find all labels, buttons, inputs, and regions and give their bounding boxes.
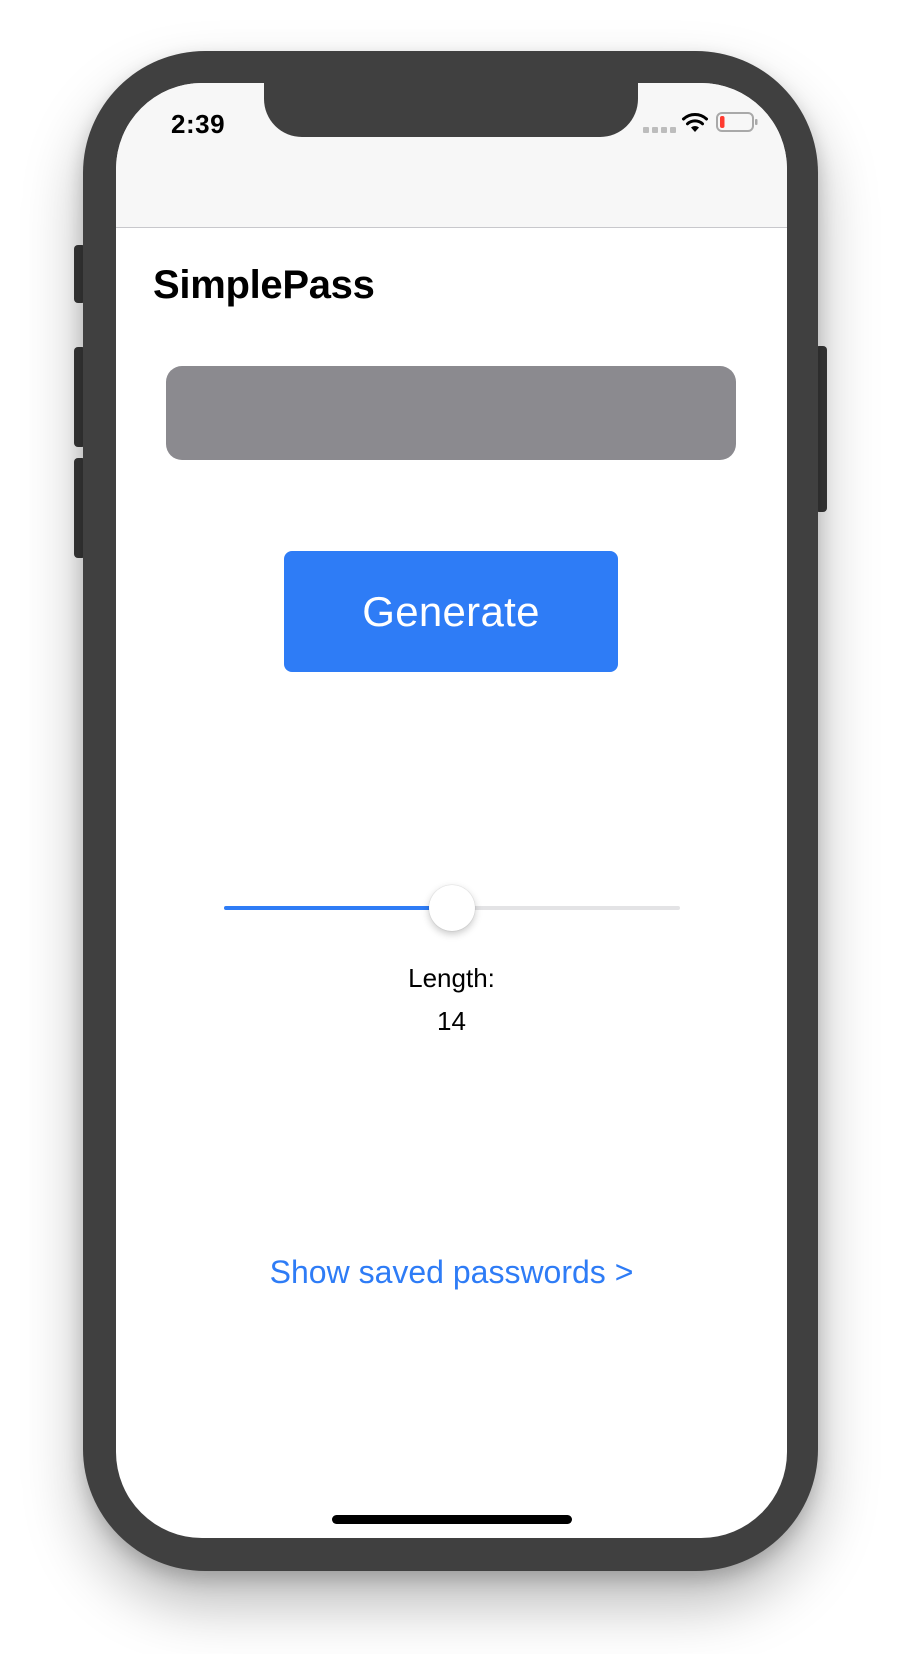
status-time: 2:39 <box>171 109 226 139</box>
password-output-field[interactable] <box>166 366 736 460</box>
app-title: SimplePass <box>153 263 375 307</box>
home-indicator <box>332 1515 572 1524</box>
generate-button[interactable]: Generate <box>284 551 618 672</box>
slider-fill <box>224 906 452 910</box>
navigation-bar: 2:39 <box>116 83 787 228</box>
show-saved-passwords-link[interactable]: Show saved passwords > <box>116 1254 787 1291</box>
battery-low-icon <box>716 112 758 132</box>
length-slider[interactable] <box>224 883 680 933</box>
length-value: 14 <box>437 1006 466 1036</box>
notch <box>264 83 638 137</box>
slider-thumb[interactable] <box>429 885 475 931</box>
signal-dots-icon <box>643 127 676 133</box>
length-label: Length: <box>408 963 495 993</box>
phone-screen: 2:39 SimplePass Generate Length: 14 Show… <box>116 83 787 1538</box>
wifi-icon <box>682 113 708 132</box>
